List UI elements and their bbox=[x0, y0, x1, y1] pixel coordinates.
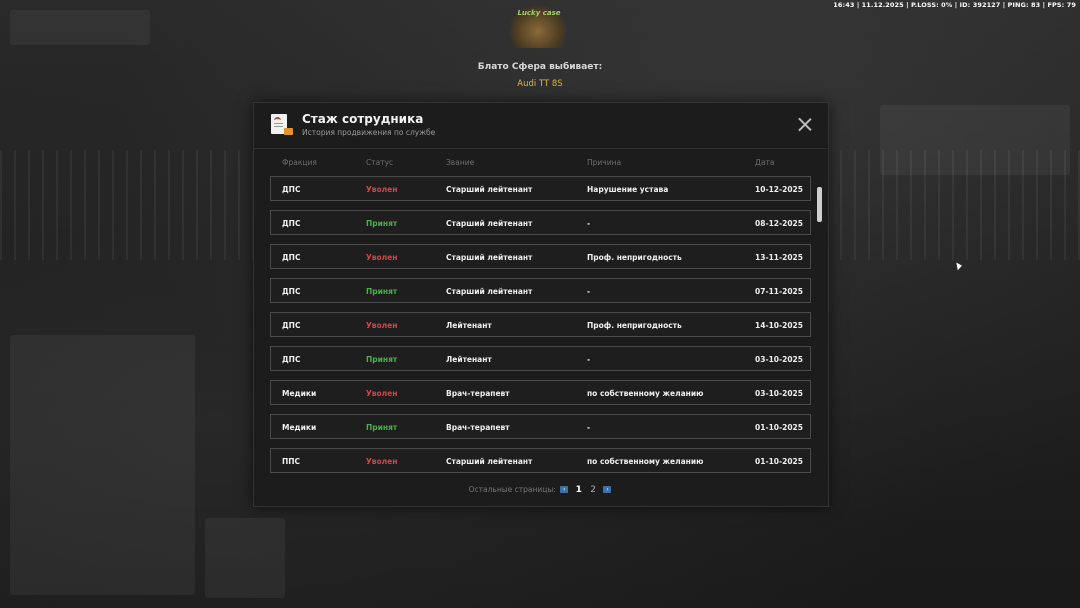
table-row: ДПС Принят Лейтенант - 03-10-2025 bbox=[270, 346, 811, 371]
reason-cell: Нарушение устава bbox=[587, 185, 669, 194]
status-cell: Уволен bbox=[366, 185, 398, 194]
rank-cell: Старший лейтенант bbox=[446, 253, 533, 262]
status-cell: Принят bbox=[366, 219, 398, 228]
reason-cell: по собственному желанию bbox=[587, 389, 704, 398]
modal-subtitle: История продвижения по службе bbox=[302, 128, 436, 137]
reason-cell: Проф. непригодность bbox=[587, 253, 682, 262]
drop-item: Audi TT 8S bbox=[517, 79, 563, 89]
status-cell: Уволен bbox=[366, 457, 398, 466]
faction-cell: Медики bbox=[282, 423, 317, 432]
faction-cell: ДПС bbox=[282, 253, 301, 262]
table-row: ДПС Принят Старший лейтенант - 08-12-2025 bbox=[270, 210, 811, 235]
background-slots bbox=[205, 518, 285, 598]
date-cell: 07-11-2025 bbox=[755, 287, 803, 296]
background-left-panel bbox=[10, 335, 195, 595]
faction-cell: ДПС bbox=[282, 355, 301, 364]
rank-cell: Старший лейтенант bbox=[446, 219, 533, 228]
column-header-status: Статус bbox=[366, 158, 394, 167]
reason-cell: по собственному желанию bbox=[587, 457, 704, 466]
column-header-date: Дата bbox=[755, 158, 775, 167]
date-cell: 03-10-2025 bbox=[755, 389, 803, 398]
briefcase-badge-icon bbox=[284, 128, 293, 135]
hud-status-bar: 16:43 | 11.12.2025 | P.LOSS: 0% | ID: 39… bbox=[833, 1, 1076, 9]
status-cell: Принят bbox=[366, 287, 398, 296]
history-list[interactable]: ДПС Уволен Старший лейтенант Нарушение уста… bbox=[270, 176, 811, 474]
date-cell: 13-11-2025 bbox=[755, 253, 803, 262]
column-header-rank: Звание bbox=[446, 158, 475, 167]
rank-cell: Старший лейтенант bbox=[446, 457, 533, 466]
faction-cell: ДПС bbox=[282, 185, 301, 194]
drop-title: Блато Сфера выбивает: bbox=[477, 62, 603, 72]
status-cell: Уволен bbox=[366, 321, 398, 330]
background-logo-panel bbox=[10, 10, 150, 45]
rank-cell: Врач-терапевт bbox=[446, 389, 510, 398]
faction-cell: ППС bbox=[282, 457, 301, 466]
date-cell: 01-10-2025 bbox=[755, 423, 803, 432]
table-row: ППС Уволен Старший лейтенант по собственном… bbox=[270, 448, 811, 473]
case-logo: Lucky case bbox=[517, 9, 561, 17]
column-header-reason: Причина bbox=[587, 158, 622, 167]
faction-cell: ДПС bbox=[282, 321, 301, 330]
rank-cell: Старший лейтенант bbox=[446, 185, 533, 194]
rank-cell: Врач-терапевт bbox=[446, 423, 510, 432]
status-cell: Уволен bbox=[366, 253, 398, 262]
date-cell: 14-10-2025 bbox=[755, 321, 803, 330]
next-page-button[interactable]: › bbox=[603, 486, 612, 493]
rank-cell: Лейтенант bbox=[446, 355, 492, 364]
date-cell: 01-10-2025 bbox=[755, 457, 803, 466]
modal-title: Стаж сотрудника bbox=[302, 112, 424, 126]
table-row: ДПС Уволен Старший лейтенант Проф. непригод… bbox=[270, 244, 811, 269]
close-icon[interactable] bbox=[798, 117, 812, 131]
status-cell: Уволен bbox=[366, 389, 398, 398]
page-button-2[interactable]: 2 bbox=[590, 485, 596, 495]
table-row: ДПС Уволен Лейтенант Проф. непригодность 14-… bbox=[270, 312, 811, 337]
date-cell: 08-12-2025 bbox=[755, 219, 803, 228]
pagination-label: Остальные страницы: bbox=[468, 485, 556, 494]
faction-cell: ДПС bbox=[282, 287, 301, 296]
reason-cell: - bbox=[587, 219, 591, 228]
rank-cell: Лейтенант bbox=[446, 321, 492, 330]
status-cell: Принят bbox=[366, 423, 398, 432]
rank-cell: Старший лейтенант bbox=[446, 287, 533, 296]
table-row: ДПС Принят Старший лейтенант - 07-11-2025 bbox=[270, 278, 811, 303]
pagination: Остальные страницы: ‹ 1 2 › bbox=[254, 485, 828, 495]
faction-cell: ДПС bbox=[282, 219, 301, 228]
prev-page-button[interactable]: ‹ bbox=[560, 486, 569, 493]
page-button-1[interactable]: 1 bbox=[576, 485, 582, 495]
date-cell: 03-10-2025 bbox=[755, 355, 803, 364]
table-row: Медики Уволен Врач-терапевт по собственному… bbox=[270, 380, 811, 405]
faction-cell: Медики bbox=[282, 389, 317, 398]
table-row: Медики Принят Врач-терапевт - 01-10-2025 bbox=[270, 414, 811, 439]
modal-header: Стаж сотрудника История продвижения по с… bbox=[254, 103, 828, 149]
reason-cell: Проф. непригодность bbox=[587, 321, 682, 330]
scrollbar-thumb[interactable] bbox=[817, 187, 822, 222]
status-cell: Принят bbox=[366, 355, 398, 364]
table-row: ДПС Уволен Старший лейтенант Нарушение уста… bbox=[270, 176, 811, 201]
reason-cell: - bbox=[587, 287, 591, 296]
reason-cell: - bbox=[587, 355, 591, 364]
employee-history-modal: Стаж сотрудника История продвижения по с… bbox=[253, 102, 829, 507]
background-hud-panel bbox=[880, 105, 1070, 175]
column-header-faction: Фракция bbox=[282, 158, 317, 167]
date-cell: 10-12-2025 bbox=[755, 185, 803, 194]
reason-cell: - bbox=[587, 423, 591, 432]
